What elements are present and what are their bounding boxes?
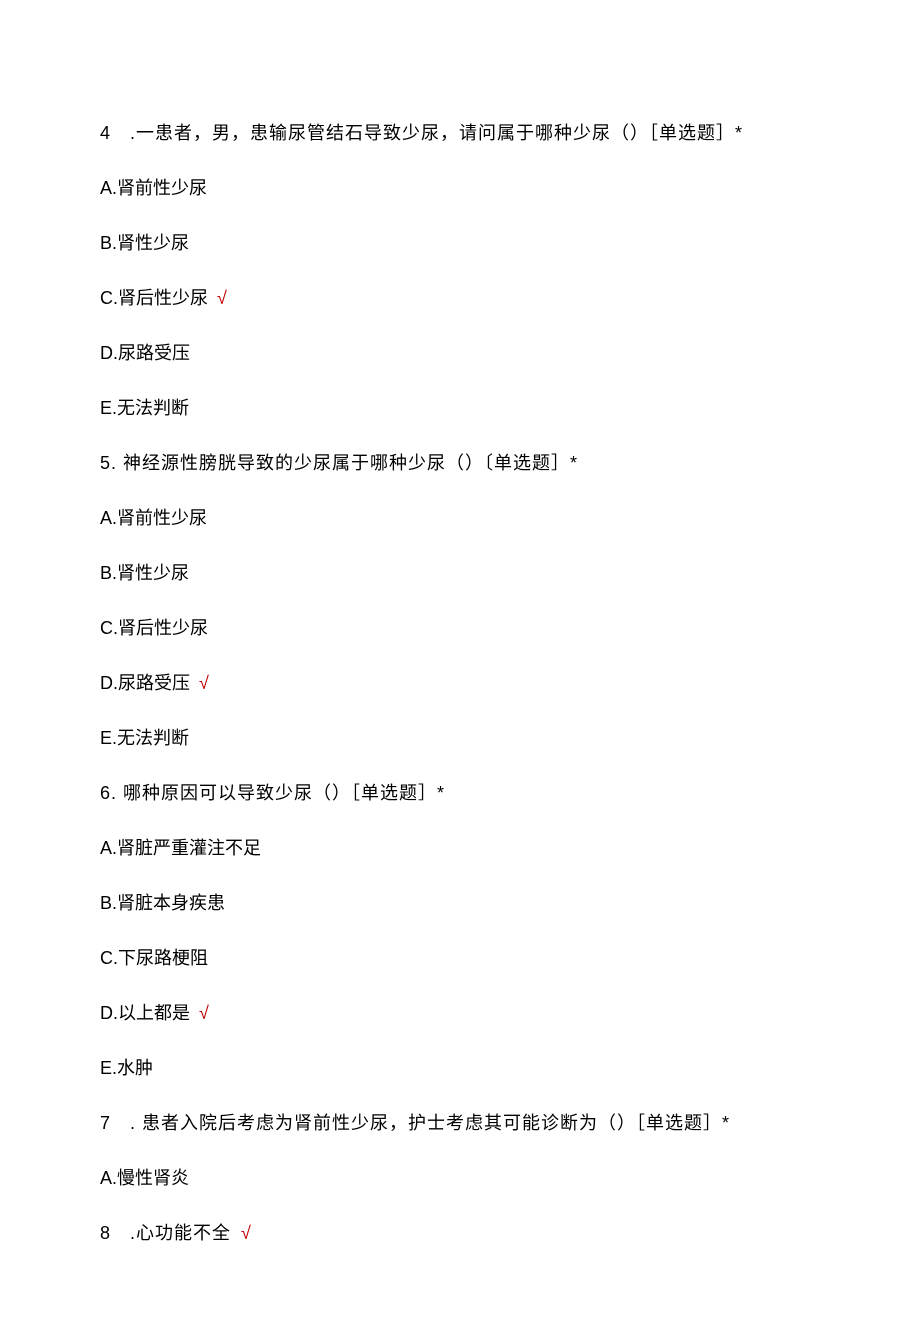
question-number: 4 (100, 123, 111, 143)
question-number: 5. (100, 453, 117, 473)
option: E.水肿 (100, 1055, 820, 1082)
option-label: B.肾性少尿 (100, 563, 189, 583)
option: E.无法判断 (100, 725, 820, 752)
option-label: A.肾前性少尿 (100, 178, 207, 198)
option-label: A.肾脏严重灌注不足 (100, 838, 261, 858)
option: A.肾脏严重灌注不足 (100, 835, 820, 862)
checkmark-icon: √ (194, 673, 209, 693)
option-label: A.慢性肾炎 (100, 1168, 189, 1188)
question-text: 7 . 患者入院后考虑为肾前性少尿，护士考虑其可能诊断为（）［单选题］* (100, 1110, 820, 1137)
question-stem: 神经源性膀胱导致的少尿属于哪种少尿（）〔单选题］* (117, 453, 578, 473)
option: D.尿路受压 √ (100, 670, 820, 697)
question-stem: . 患者入院后考虑为肾前性少尿，护士考虑其可能诊断为（）［单选题］* (111, 1113, 730, 1133)
option-label: D.以上都是 (100, 1003, 190, 1023)
option: C.肾后性少尿 √ (100, 285, 820, 312)
option: C.下尿路梗阻 (100, 945, 820, 972)
option-label: B.肾性少尿 (100, 233, 189, 253)
checkmark-icon: √ (212, 288, 227, 308)
question-stem: .一患者，男，患输尿管结石导致少尿，请问属于哪种少尿（）［单选题］* (111, 123, 743, 143)
option: E.无法判断 (100, 395, 820, 422)
option-label: B.肾脏本身疾患 (100, 893, 225, 913)
option-label: A.肾前性少尿 (100, 508, 207, 528)
option: A.肾前性少尿 (100, 505, 820, 532)
option-label: C.肾后性少尿 (100, 618, 208, 638)
option: D.尿路受压 (100, 340, 820, 367)
checkmark-icon: √ (194, 1003, 209, 1023)
option: A.肾前性少尿 (100, 175, 820, 202)
option: B.肾性少尿 (100, 560, 820, 587)
option: D.以上都是 √ (100, 1000, 820, 1027)
option: C.肾后性少尿 (100, 615, 820, 642)
option-label: D.尿路受压 (100, 673, 190, 693)
option-label: E.无法判断 (100, 728, 189, 748)
option: B.肾性少尿 (100, 230, 820, 257)
option-label: C.肾后性少尿 (100, 288, 208, 308)
question-number: 6. (100, 783, 117, 803)
option-label: E.水肿 (100, 1058, 153, 1078)
question-stem: .心功能不全 (111, 1223, 231, 1243)
question-text: 6. 哪种原因可以导致少尿（）［单选题］* (100, 780, 820, 807)
question-text: 4 .一患者，男，患输尿管结石导致少尿，请问属于哪种少尿（）［单选题］* (100, 120, 820, 147)
option-label: D.尿路受压 (100, 343, 190, 363)
question-stem: 哪种原因可以导致少尿（）［单选题］* (117, 783, 445, 803)
checkmark-icon: √ (235, 1223, 252, 1243)
option-label: E.无法判断 (100, 398, 189, 418)
question-text: 5. 神经源性膀胱导致的少尿属于哪种少尿（）〔单选题］* (100, 450, 820, 477)
option: A.慢性肾炎 (100, 1165, 820, 1192)
option: B.肾脏本身疾患 (100, 890, 820, 917)
option-label: C.下尿路梗阻 (100, 948, 208, 968)
question-number: 8 (100, 1223, 111, 1243)
question-number: 7 (100, 1113, 111, 1133)
question-text: 8 .心功能不全 √ (100, 1220, 820, 1247)
